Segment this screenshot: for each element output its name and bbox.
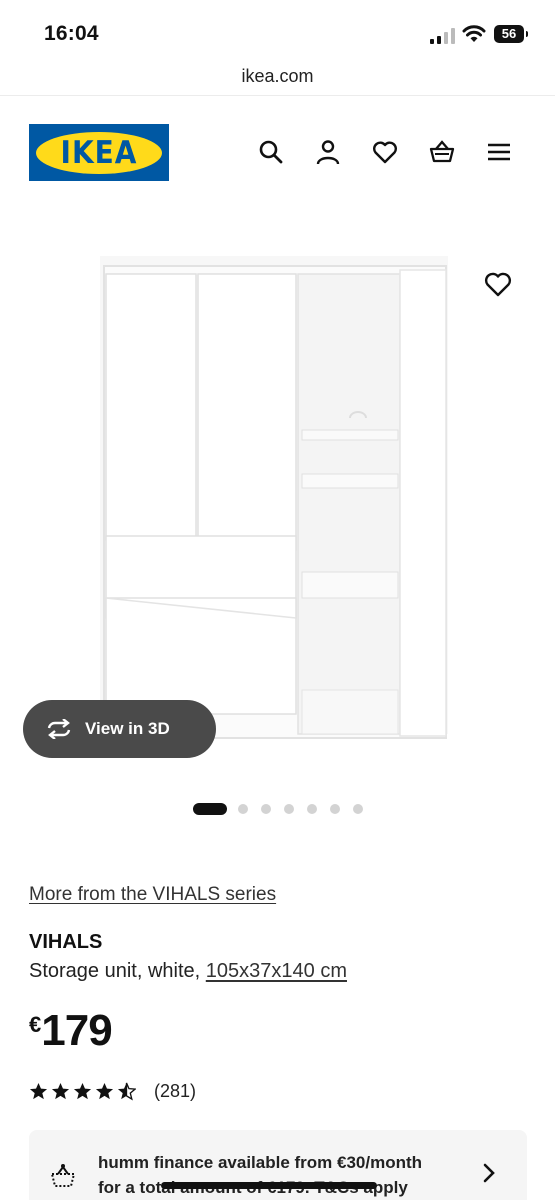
review-count[interactable]: (281) [154, 1081, 196, 1102]
site-header: IKEA [0, 110, 555, 200]
rotate-3d-icon [47, 719, 71, 739]
product-price: €179 [29, 1006, 113, 1062]
pagination-dot[interactable] [284, 804, 294, 814]
star-half-icon [117, 1082, 136, 1101]
pagination-dot[interactable] [238, 804, 248, 814]
finance-line-1: humm finance available from €30/month [98, 1153, 423, 1172]
star-full-icon [51, 1082, 70, 1099]
star-full-icon [73, 1082, 92, 1099]
product-gallery[interactable]: View in 3D [0, 230, 555, 770]
search-icon[interactable] [257, 138, 285, 166]
star-full-icon [95, 1082, 114, 1099]
signal-icon [430, 28, 456, 44]
status-time: 16:04 [44, 22, 99, 45]
pagination-dot[interactable] [307, 804, 317, 814]
finance-text: humm finance available from €30/month fo… [98, 1150, 473, 1200]
product-image [100, 256, 448, 739]
status-bar: 16:04 56 [0, 0, 555, 62]
star-full-icon [29, 1082, 48, 1099]
pagination-dot[interactable] [353, 804, 363, 814]
price-currency: € [29, 1012, 42, 1037]
wifi-icon [462, 25, 486, 42]
product-description-text: Storage unit, white, [29, 960, 206, 982]
save-to-wishlist-icon[interactable] [483, 270, 513, 298]
account-icon[interactable] [314, 138, 342, 166]
view-in-3d-button[interactable]: View in 3D [23, 700, 216, 758]
series-link[interactable]: More from the VIHALS series [29, 884, 276, 906]
product-description: Storage unit, white, 105x37x140 cm [29, 960, 347, 983]
logo-text: IKEA [60, 134, 138, 171]
chevron-right-icon [483, 1163, 495, 1183]
browser-address-bar[interactable]: ikea.com [0, 62, 555, 96]
ikea-logo[interactable]: IKEA [29, 124, 169, 181]
price-amount: 179 [41, 1006, 112, 1055]
pagination-dot[interactable] [330, 804, 340, 814]
battery-icon: 56 [494, 25, 528, 43]
product-name: VIHALS [29, 931, 103, 953]
wishlist-icon[interactable] [371, 138, 399, 166]
pagination-dot-active[interactable] [193, 803, 227, 815]
redaction-mark [161, 1182, 377, 1189]
view-in-3d-label: View in 3D [85, 719, 170, 738]
pagination-dot[interactable] [261, 804, 271, 814]
menu-icon[interactable] [485, 138, 513, 166]
dimensions-link[interactable]: 105x37x140 cm [206, 960, 347, 982]
basket-icon[interactable] [428, 138, 456, 166]
finance-basket-icon [51, 1164, 75, 1187]
product-rating[interactable]: (281) [29, 1078, 196, 1104]
finance-banner[interactable]: humm finance available from €30/month fo… [29, 1130, 527, 1200]
url-text: ikea.com [241, 66, 314, 86]
gallery-pagination[interactable] [0, 802, 555, 816]
rating-stars [29, 1082, 136, 1101]
